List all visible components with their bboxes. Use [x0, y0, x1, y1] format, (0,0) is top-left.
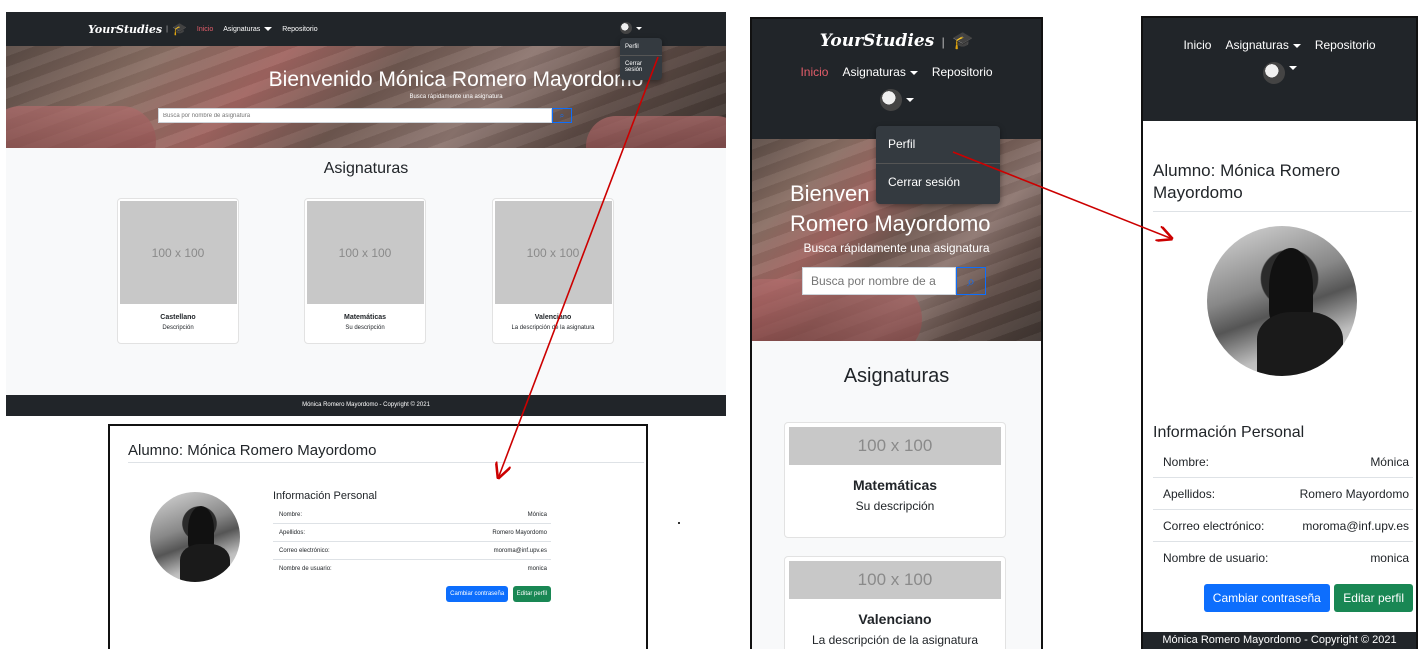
arrow-profile-mobile — [952, 151, 1170, 238]
arrow-profile-desktop — [499, 56, 659, 476]
annotation-arrows — [0, 56, 1422, 649]
